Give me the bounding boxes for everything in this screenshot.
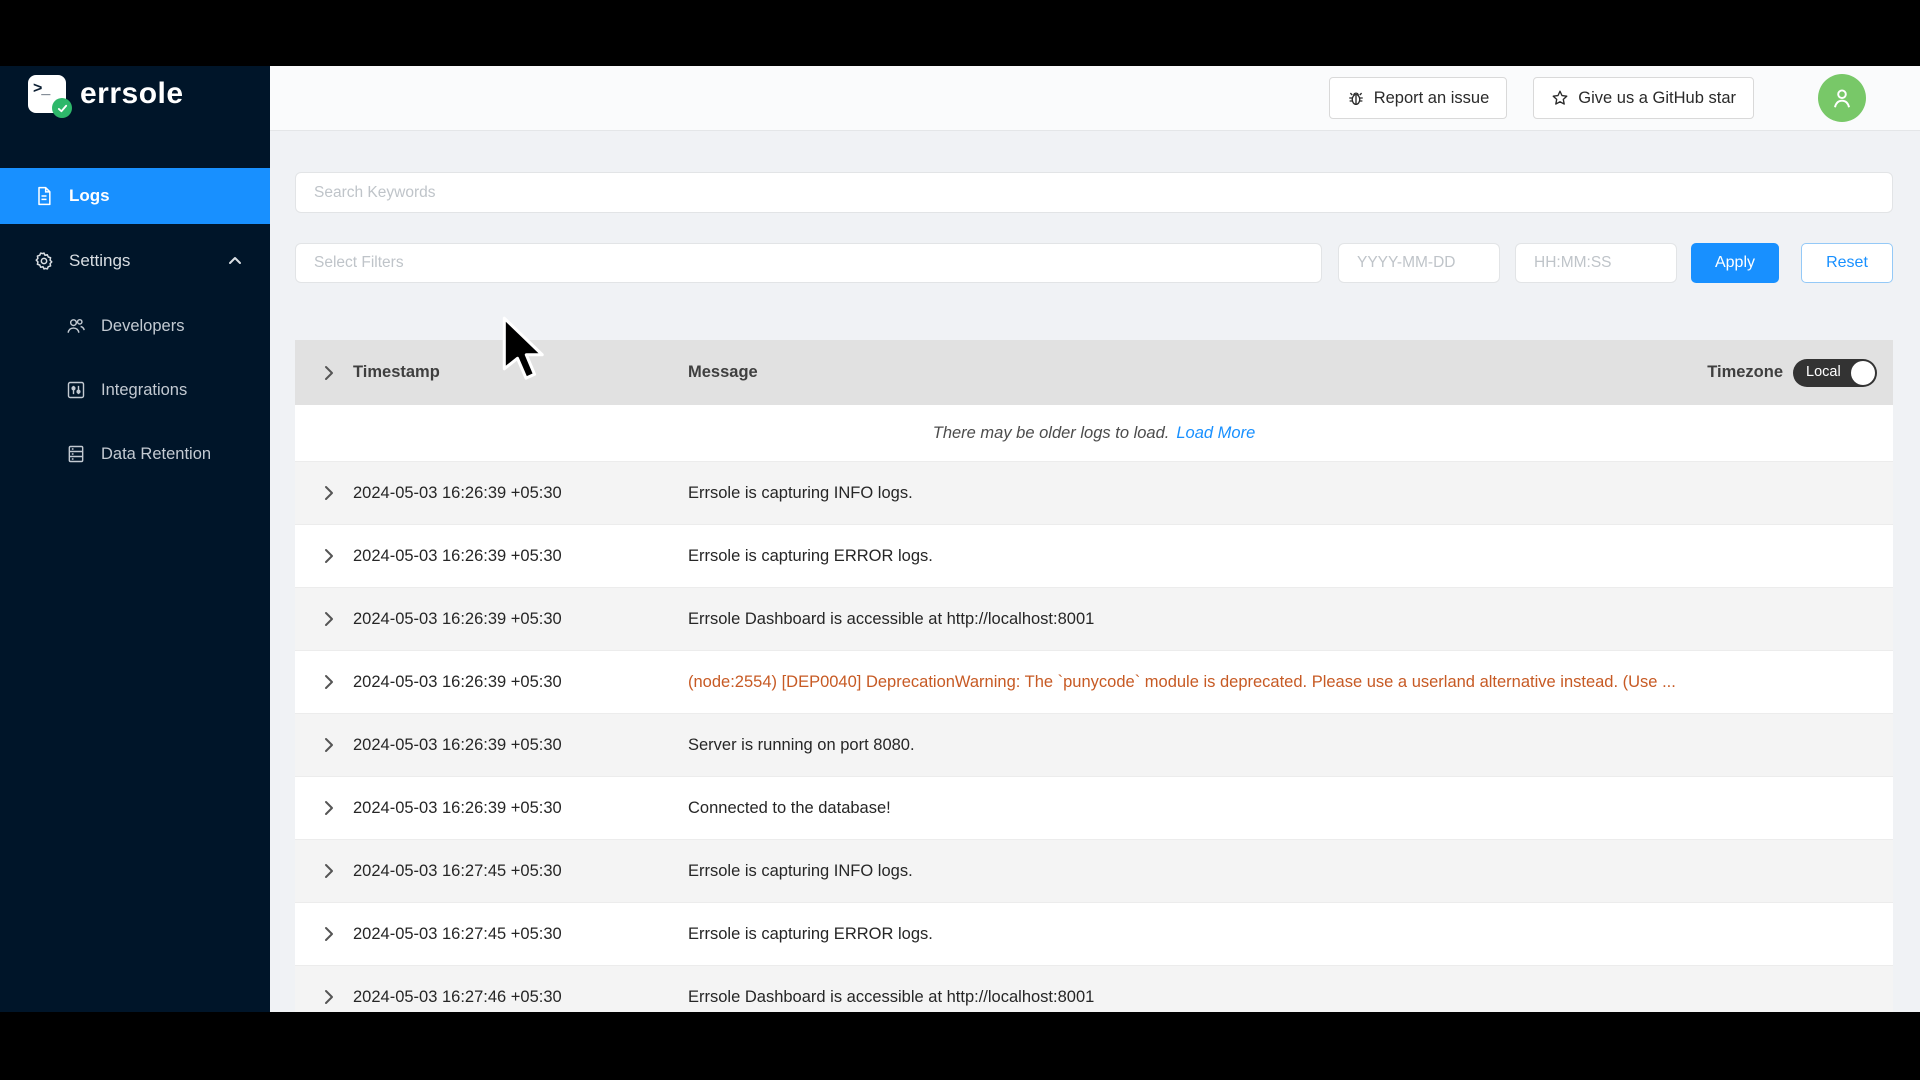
load-more-row: There may be older logs to load. Load Mo… <box>295 405 1893 462</box>
chevron-right-icon <box>319 609 339 629</box>
app-logo-text: errsole <box>80 77 184 111</box>
sidebar-item-label: Settings <box>69 251 130 271</box>
log-row[interactable]: 2024-05-03 16:27:45 +05:30Errsole is cap… <box>295 903 1893 966</box>
report-issue-button[interactable]: Report an issue <box>1329 77 1508 119</box>
report-issue-label: Report an issue <box>1374 89 1490 108</box>
database-icon <box>66 444 86 464</box>
check-badge-icon <box>52 98 72 118</box>
sidebar-item-integrations[interactable]: Integrations <box>0 366 270 414</box>
chevron-right-icon <box>319 798 339 818</box>
chevron-right-icon <box>319 924 339 944</box>
log-timestamp: 2024-05-03 16:26:39 +05:30 <box>353 484 688 503</box>
select-filters-input[interactable] <box>295 243 1322 283</box>
apply-button[interactable]: Apply <box>1691 243 1779 283</box>
table-header: Timestamp Message Timezone Local <box>295 340 1893 405</box>
log-timestamp: 2024-05-03 16:26:39 +05:30 <box>353 673 688 692</box>
log-rows: 2024-05-03 16:26:39 +05:30Errsole is cap… <box>295 462 1893 1012</box>
log-row[interactable]: 2024-05-03 16:26:39 +05:30Connected to t… <box>295 777 1893 840</box>
timezone-label: Timezone <box>1707 363 1783 382</box>
log-row[interactable]: 2024-05-03 16:26:39 +05:30Errsole is cap… <box>295 462 1893 525</box>
timezone-toggle-value: Local <box>1806 364 1841 380</box>
log-message: (node:2554) [DEP0040] DeprecationWarning… <box>688 673 1893 692</box>
log-timestamp: 2024-05-03 16:26:39 +05:30 <box>353 547 688 566</box>
time-input[interactable] <box>1515 243 1677 283</box>
log-message: Errsole is capturing ERROR logs. <box>688 925 1893 944</box>
log-row[interactable]: 2024-05-03 16:27:45 +05:30Errsole is cap… <box>295 840 1893 903</box>
log-timestamp: 2024-05-03 16:27:45 +05:30 <box>353 862 688 881</box>
github-star-button[interactable]: Give us a GitHub star <box>1533 77 1754 119</box>
sidebar-item-label: Integrations <box>101 381 187 400</box>
person-icon <box>1829 85 1855 111</box>
log-timestamp: 2024-05-03 16:26:39 +05:30 <box>353 610 688 629</box>
gear-icon <box>34 251 54 271</box>
sidebar: >_ errsole Logs Settings Developer <box>0 66 270 1012</box>
sidebar-item-logs[interactable]: Logs <box>0 168 270 224</box>
column-header-message: Message <box>688 363 758 382</box>
sidebar-item-label: Developers <box>101 317 184 336</box>
log-message: Server is running on port 8080. <box>688 736 1893 755</box>
load-more-text: There may be older logs to load. <box>933 424 1170 443</box>
log-row[interactable]: 2024-05-03 16:26:39 +05:30Errsole Dashbo… <box>295 588 1893 651</box>
log-timestamp: 2024-05-03 16:27:45 +05:30 <box>353 925 688 944</box>
chevron-up-icon <box>228 254 242 268</box>
star-icon <box>1551 89 1569 107</box>
log-timestamp: 2024-05-03 16:26:39 +05:30 <box>353 799 688 818</box>
terminal-logo-icon: >_ <box>28 75 66 113</box>
column-header-timestamp: Timestamp <box>353 363 688 382</box>
chevron-right-icon <box>319 546 339 566</box>
sidebar-item-label: Logs <box>69 186 110 206</box>
chevron-right-icon <box>319 363 339 383</box>
topbar: Report an issue Give us a GitHub star <box>270 66 1920 131</box>
main-content: Apply Reset Timestamp Message Timezone L… <box>270 131 1920 1012</box>
team-icon <box>66 316 86 336</box>
log-message: Errsole Dashboard is accessible at http:… <box>688 988 1893 1007</box>
log-timestamp: 2024-05-03 16:27:46 +05:30 <box>353 988 688 1007</box>
log-row[interactable]: 2024-05-03 16:26:39 +05:30(node:2554) [D… <box>295 651 1893 714</box>
bug-icon <box>1347 89 1365 107</box>
app-logo: >_ errsole <box>28 72 184 116</box>
log-row[interactable]: 2024-05-03 16:26:39 +05:30Server is runn… <box>295 714 1893 777</box>
log-timestamp: 2024-05-03 16:26:39 +05:30 <box>353 736 688 755</box>
date-input[interactable] <box>1338 243 1500 283</box>
sidebar-item-data-retention[interactable]: Data Retention <box>0 430 270 478</box>
log-message: Errsole is capturing INFO logs. <box>688 862 1893 881</box>
log-message: Errsole is capturing INFO logs. <box>688 484 1893 503</box>
errsole-app-window: >_ errsole Logs Settings Developer <box>0 66 1920 1012</box>
chevron-right-icon <box>319 987 339 1007</box>
load-more-link[interactable]: Load More <box>1176 424 1255 443</box>
timezone-toggle[interactable]: Local <box>1793 359 1877 387</box>
log-message: Errsole Dashboard is accessible at http:… <box>688 610 1893 629</box>
toggle-knob <box>1851 361 1875 385</box>
log-message: Errsole is capturing ERROR logs. <box>688 547 1893 566</box>
sidebar-item-settings[interactable]: Settings <box>0 233 270 289</box>
log-row[interactable]: 2024-05-03 16:26:39 +05:30Errsole is cap… <box>295 525 1893 588</box>
chevron-right-icon <box>319 483 339 503</box>
reset-button[interactable]: Reset <box>1801 243 1893 283</box>
chevron-right-icon <box>319 672 339 692</box>
chevron-right-icon <box>319 735 339 755</box>
log-row[interactable]: 2024-05-03 16:27:46 +05:30Errsole Dashbo… <box>295 966 1893 1012</box>
github-star-label: Give us a GitHub star <box>1578 89 1736 108</box>
file-icon <box>34 186 54 206</box>
log-message: Connected to the database! <box>688 799 1893 818</box>
search-keywords-input[interactable] <box>295 172 1893 213</box>
sidebar-item-label: Data Retention <box>101 445 211 464</box>
chevron-right-icon <box>319 861 339 881</box>
log-table: Timestamp Message Timezone Local There m… <box>295 340 1893 1012</box>
sidebar-item-developers[interactable]: Developers <box>0 302 270 350</box>
sliders-icon <box>66 380 86 400</box>
user-avatar[interactable] <box>1818 74 1866 122</box>
screen: >_ errsole Logs Settings Developer <box>0 0 1920 1080</box>
